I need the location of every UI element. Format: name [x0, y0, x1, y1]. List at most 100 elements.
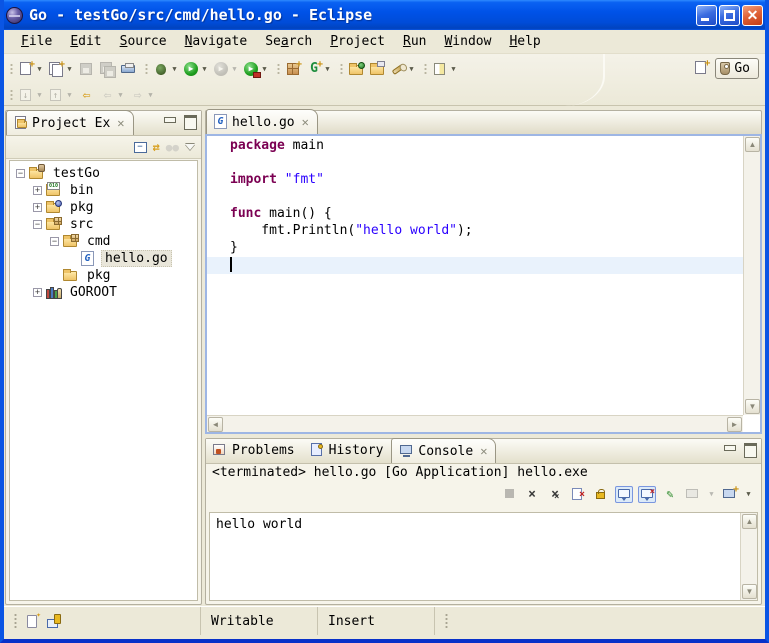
tree-item-src[interactable]: −src [10, 216, 197, 233]
editor-vertical-scrollbar[interactable]: ▲ ▼ [743, 136, 760, 415]
scroll-lock-button[interactable] [592, 486, 610, 503]
console-scroll-down-button[interactable]: ▼ [742, 584, 757, 599]
print-button[interactable] [118, 59, 139, 80]
link-with-editor-button[interactable]: ⇄ [153, 140, 160, 154]
tree-item-goroot[interactable]: +GOROOT [10, 284, 197, 301]
menu-project[interactable]: Project [321, 32, 394, 51]
run-dropdown-icon[interactable]: ▼ [200, 65, 209, 73]
tree-item-testgo[interactable]: −testGo [10, 165, 197, 182]
external-tools-dropdown-icon[interactable]: ▼ [260, 65, 269, 73]
run-config-dropdown-icon[interactable]: ▼ [230, 65, 239, 73]
tree-item-bin[interactable]: +010bin [10, 182, 197, 199]
titlebar[interactable]: Go - testGo/src/cmd/hello.go - Eclipse ✕ [0, 0, 769, 30]
import-resource-button[interactable] [346, 59, 367, 80]
console-tab-close-icon[interactable]: ✕ [480, 444, 487, 458]
menu-source[interactable]: Source [111, 32, 176, 51]
new-project-button[interactable]: +▼ [46, 59, 76, 80]
explorer-minimize-button[interactable] [163, 115, 177, 126]
search-dropdown-icon[interactable]: ▼ [407, 65, 416, 73]
forward-button[interactable]: ⇨▼ [127, 85, 157, 106]
code-area[interactable]: package mainimport "fmt"func main() { fm… [207, 138, 743, 415]
next-annotation-button[interactable]: ↓▼ [16, 85, 46, 106]
clear-console-button[interactable] [569, 486, 587, 503]
perspective-go-button[interactable]: Go [715, 58, 759, 79]
tree-item-hello-go[interactable]: Ghello.go [10, 250, 197, 267]
menu-run[interactable]: Run [394, 32, 435, 51]
display-selected-console-dropdown-icon[interactable]: ▼ [707, 490, 716, 498]
drag-handle[interactable] [14, 613, 17, 629]
terminate-button[interactable] [500, 486, 518, 503]
save-button[interactable] [76, 59, 97, 80]
close-button[interactable]: ✕ [742, 5, 763, 26]
synchronize-icon[interactable] [47, 614, 61, 628]
pin-console-button[interactable]: ✎ [661, 486, 679, 503]
external-tools-button[interactable]: ▶▼ [241, 59, 271, 80]
new-wizard-dropdown-icon[interactable]: ▼ [35, 65, 44, 73]
console-minimize-button[interactable] [723, 443, 737, 454]
explorer-maximize-button[interactable] [183, 115, 197, 126]
show-stdout-button[interactable] [615, 486, 633, 503]
new-go-element-dropdown-icon[interactable]: ▼ [323, 65, 332, 73]
run-button[interactable]: ▶▼ [181, 59, 211, 80]
display-selected-console-button[interactable] [684, 486, 702, 503]
focus-working-set-button[interactable]: ●● [166, 141, 179, 154]
open-perspective-button[interactable]: + [693, 60, 710, 77]
open-console-dropdown-icon[interactable]: ▼ [744, 490, 753, 498]
scroll-down-button[interactable]: ▼ [745, 399, 760, 414]
prev-annotation-dropdown-icon[interactable]: ▼ [65, 91, 74, 99]
tab-console[interactable]: Console✕ [391, 438, 496, 463]
collapse-expander-icon[interactable]: − [16, 169, 25, 178]
console-output[interactable]: hello world [210, 513, 757, 536]
expand-expander-icon[interactable]: + [33, 203, 42, 212]
menu-edit[interactable]: Edit [61, 32, 110, 51]
new-go-element-button[interactable]: G+▼ [304, 59, 334, 80]
expand-expander-icon[interactable]: + [33, 288, 42, 297]
new-wizard-button[interactable]: +▼ [16, 59, 46, 80]
scroll-right-button[interactable]: ► [727, 417, 742, 432]
minimize-button[interactable] [696, 5, 717, 26]
next-annotation-dropdown-icon[interactable]: ▼ [35, 91, 44, 99]
remove-all-terminated-button[interactable]: ×× [546, 486, 564, 503]
show-stderr-button[interactable] [638, 486, 656, 503]
open-console-button[interactable]: + [721, 486, 739, 503]
new-go-project-button[interactable]: + [283, 59, 304, 80]
editor-horizontal-scrollbar[interactable]: ◄ ► [207, 415, 743, 432]
drag-handle[interactable] [445, 613, 448, 629]
new-project-dropdown-icon[interactable]: ▼ [65, 65, 74, 73]
console-scroll-up-button[interactable]: ▲ [742, 514, 757, 529]
collapse-all-button[interactable]: − [134, 142, 147, 153]
menu-navigate[interactable]: Navigate [176, 32, 257, 51]
tab-history[interactable]: History [303, 438, 392, 463]
tab-problems[interactable]: Problems [206, 438, 303, 463]
debug-button[interactable]: ▼ [151, 59, 181, 80]
last-edit-location-button[interactable]: ⇦ [76, 85, 97, 106]
remove-launch-button[interactable]: × [523, 486, 541, 503]
search-button[interactable]: ▼ [388, 59, 418, 80]
tree-item-pkg[interactable]: +pkg [10, 199, 197, 216]
prev-annotation-button[interactable]: ↑▼ [46, 85, 76, 106]
debug-dropdown-icon[interactable]: ▼ [170, 65, 179, 73]
scroll-left-button[interactable]: ◄ [208, 417, 223, 432]
tab-hello-go[interactable]: G hello.go ✕ [206, 109, 318, 134]
menu-window[interactable]: Window [435, 32, 500, 51]
scroll-up-button[interactable]: ▲ [745, 137, 760, 152]
tab-project-explorer[interactable]: Project Ex ✕ [6, 110, 134, 135]
console-vertical-scrollbar[interactable]: ▲ ▼ [740, 513, 757, 600]
forward-dropdown-icon[interactable]: ▼ [146, 91, 155, 99]
save-all-button[interactable] [97, 59, 118, 80]
view-menu-button[interactable] [185, 144, 195, 150]
collapse-expander-icon[interactable]: − [50, 237, 59, 246]
editor-tab-close-icon[interactable]: ✕ [302, 115, 309, 129]
annotations-dropdown-icon[interactable]: ▼ [449, 65, 458, 73]
menu-file[interactable]: File [12, 32, 61, 51]
back-dropdown-icon[interactable]: ▼ [116, 91, 125, 99]
open-resource-button[interactable] [367, 59, 388, 80]
menu-search[interactable]: Search [256, 32, 321, 51]
tree-item-cmd[interactable]: −cmd [10, 233, 197, 250]
explorer-tab-close-icon[interactable]: ✕ [117, 116, 124, 130]
run-config-button[interactable]: ▶▼ [211, 59, 241, 80]
console-maximize-button[interactable] [743, 443, 757, 454]
tree-item-pkg[interactable]: pkg [10, 267, 197, 284]
expand-expander-icon[interactable]: + [33, 186, 42, 195]
maximize-button[interactable] [719, 5, 740, 26]
